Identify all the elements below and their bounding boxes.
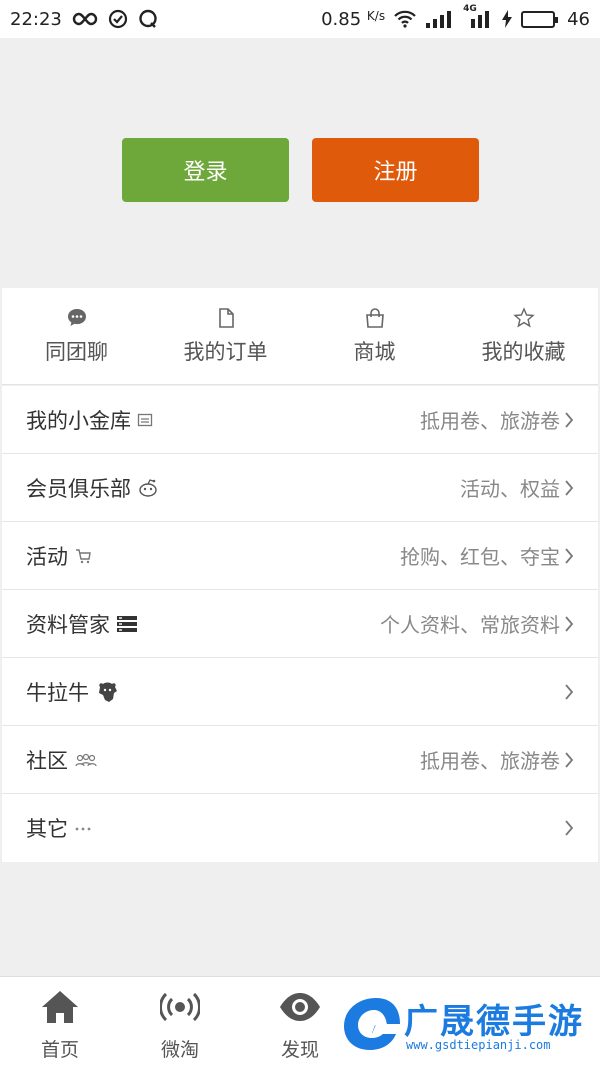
list-item-subtitle: 抵用卷、旅游卷 [420,409,560,433]
profile-page: 22:23 0.85 K/s 4G 46 登录 注册 同团聊 我的订单 商城 我… [0,0,600,1067]
chevron-right-icon [564,411,574,429]
more-dots-icon [74,823,92,833]
eye-icon [278,989,322,1029]
wallet-icon [137,412,153,428]
battery-level: 46 [567,8,590,30]
network-speed: 0.85 K/s [321,8,386,30]
star-icon [512,306,535,330]
menu-list: 我的小金库 抵用卷、旅游卷 会员俱乐部 活动、权益 活动 抢购、红包、夺宝 资料… [2,386,598,862]
quick-item-label: 同团聊 [45,340,108,364]
quick-item-orders[interactable]: 我的订单 [151,288,300,384]
list-item-member-club[interactable]: 会员俱乐部 活动、权益 [2,454,598,522]
shopping-bag-icon [364,306,386,330]
list-item-title: 活动 [26,544,68,569]
q-app-icon [138,9,158,29]
list-item-subtitle: 活动、权益 [460,477,560,501]
list-item-title: 牛拉牛 [26,680,89,705]
signal-icon [425,10,455,28]
chat-bubble-icon [66,306,88,330]
list-item-profile-manager[interactable]: 资料管家 个人资料、常旅资料 [2,590,598,658]
quick-item-group-chat[interactable]: 同团聊 [2,288,151,384]
charging-icon [501,10,513,28]
chevron-right-icon [564,819,574,837]
tab-home[interactable]: 首页 [20,989,100,1062]
community-icon [74,752,98,768]
club-icon [137,478,159,497]
list-item-treasury[interactable]: 我的小金库 抵用卷、旅游卷 [2,386,598,454]
chevron-right-icon [564,683,574,701]
list-item-community[interactable]: 社区 抵用卷、旅游卷 [2,726,598,794]
quick-menu: 同团聊 我的订单 商城 我的收藏 [2,288,598,385]
stack-icon [116,615,138,633]
tab-label: 发现 [280,1039,319,1061]
quick-item-label: 我的订单 [183,340,268,364]
list-item-title: 社区 [26,748,68,773]
check-circle-icon [108,9,128,29]
chevron-right-icon [564,479,574,497]
chevron-right-icon [564,547,574,565]
watermark-url: www.gsdtiepianji.com [406,1038,551,1052]
bull-icon [95,681,121,703]
quick-item-mall[interactable]: 商城 [300,288,449,384]
list-item-subtitle: 抵用卷、旅游卷 [420,749,560,773]
document-icon [217,306,235,330]
list-item-activity[interactable]: 活动 抢购、红包、夺宝 [2,522,598,590]
infinity-icon [72,12,98,26]
watermark-logo: 广晟德手游 www.gsdtiepianji.com [336,990,600,1062]
quick-item-label: 商城 [353,340,396,364]
cart-icon [74,547,92,565]
tab-label: 首页 [40,1039,79,1061]
list-item-title: 我的小金库 [26,408,131,433]
login-button[interactable]: 登录 [122,138,289,202]
wifi-icon [393,10,417,28]
quick-item-label: 我的收藏 [481,340,566,364]
list-item-subtitle: 个人资料、常旅资料 [380,613,560,637]
list-item-title: 其它 [26,817,68,841]
tab-label: 微淘 [160,1039,199,1061]
status-time: 22:23 [10,8,62,30]
broadcast-icon [159,989,201,1029]
list-item-title: 资料管家 [26,612,110,637]
watermark-text: 广晟德手游 [404,1002,584,1042]
list-item-subtitle: 抢购、红包、夺宝 [400,545,560,569]
list-item-niulaniu[interactable]: 牛拉牛 [2,658,598,726]
chevron-right-icon [564,751,574,769]
auth-header: 登录 注册 [0,38,600,288]
home-icon [40,989,80,1029]
tab-discover[interactable]: 发现 [260,989,340,1062]
chevron-right-icon [564,615,574,633]
quick-item-favorites[interactable]: 我的收藏 [449,288,598,384]
battery-icon [521,10,559,28]
status-bar: 22:23 0.85 K/s 4G 46 [0,0,600,38]
list-item-title: 会员俱乐部 [26,476,131,501]
list-item-other[interactable]: 其它 [2,794,598,862]
register-button[interactable]: 注册 [312,138,479,202]
watermark-g-icon [338,994,402,1058]
signal-4g-icon: 4G [463,4,493,28]
tab-weitao[interactable]: 微淘 [140,989,220,1062]
